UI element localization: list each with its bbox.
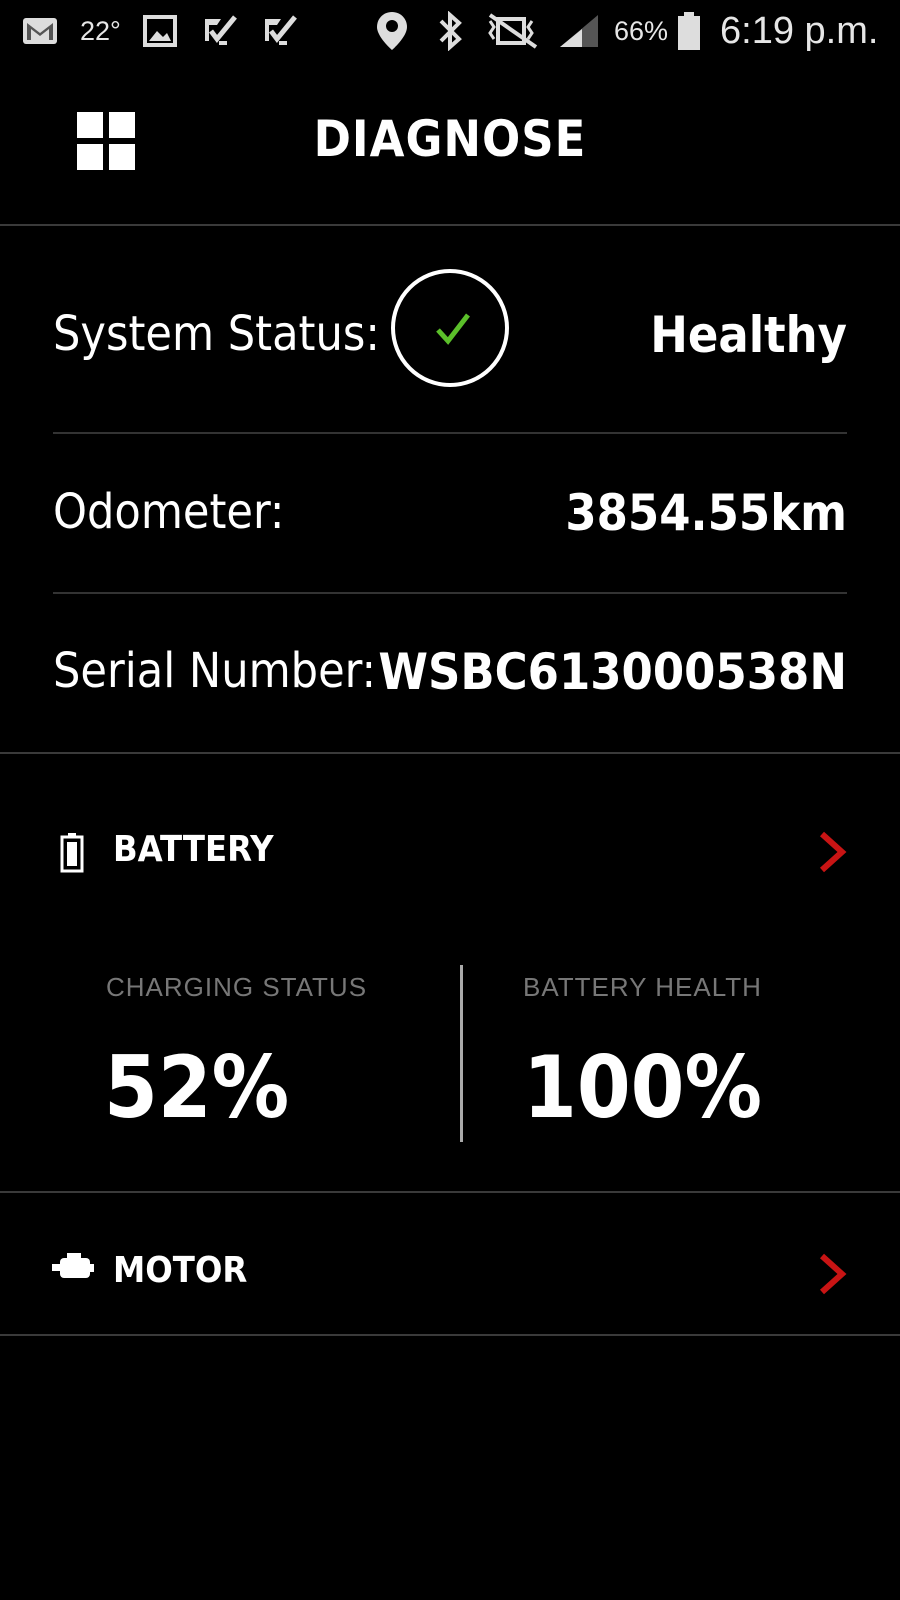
motor-section-header[interactable]: MOTOR (0, 1220, 900, 1320)
status-bar: 22° 66% 6:19 p.m. (0, 0, 900, 62)
serial-number-label: Serial Number: (53, 643, 377, 699)
motor-title: MOTOR (113, 1250, 248, 1291)
vibrate-icon (482, 0, 540, 62)
divider (0, 1334, 900, 1336)
battery-section-header[interactable]: BATTERY (0, 800, 900, 900)
bluetooth-icon (437, 0, 465, 62)
odometer-row: Odometer: 3854.55km (53, 484, 847, 554)
signal-icon (558, 0, 600, 62)
status-check-icon (391, 269, 509, 387)
gallery-icon (143, 0, 177, 62)
location-pin-icon (375, 0, 409, 62)
battery-health-label: BATTERY HEALTH (523, 972, 762, 1002)
clock-text: 6:19 p.m. (720, 9, 879, 52)
charging-status-value: 52% (104, 1038, 290, 1138)
odometer-value: 3854.55km (565, 484, 847, 542)
page-title: DIAGNOSE (313, 110, 587, 168)
gmail-icon (22, 0, 58, 62)
battery-icon (60, 833, 84, 877)
battery-health-value: 100% (523, 1038, 763, 1138)
engine-icon (52, 1252, 94, 1286)
charging-status-label: CHARGING STATUS (106, 972, 368, 1002)
system-status-value: Healthy (650, 306, 847, 364)
stat-divider (460, 965, 463, 1142)
app-header: DIAGNOSE (0, 62, 900, 226)
battery-percent-text: 66% (614, 15, 669, 46)
battery-title: BATTERY (113, 829, 274, 870)
system-status-label: System Status: (53, 306, 380, 362)
divider (0, 752, 900, 754)
serial-number-value: WSBC613000538N (378, 643, 847, 701)
task-check-icon (203, 0, 239, 62)
temperature-text: 22° (80, 15, 121, 46)
serial-number-row: Serial Number: WSBC613000538N (53, 643, 847, 713)
chevron-right-icon[interactable] (814, 1252, 854, 1296)
task-check-icon (263, 0, 299, 62)
divider (53, 592, 847, 594)
divider (53, 432, 847, 434)
divider (0, 1191, 900, 1193)
battery-icon (676, 0, 702, 62)
odometer-label: Odometer: (53, 484, 285, 540)
chevron-right-icon[interactable] (814, 830, 854, 874)
